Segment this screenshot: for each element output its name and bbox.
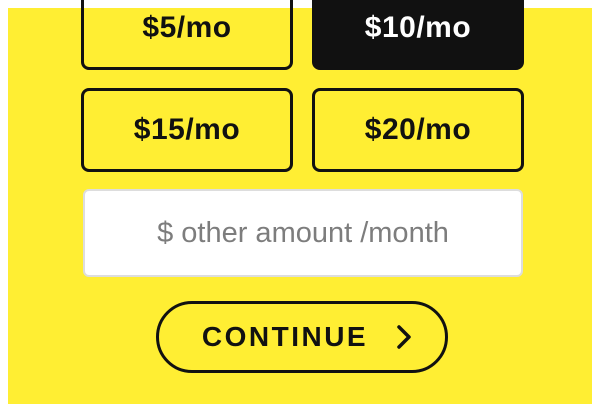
donation-panel: $5/mo $10/mo $15/mo $20/mo CONTINUE [8, 0, 592, 404]
continue-button[interactable]: CONTINUE [156, 301, 448, 373]
other-amount-input[interactable] [83, 189, 523, 277]
amount-option-15[interactable]: $15/mo [81, 88, 293, 172]
amount-option-20[interactable]: $20/mo [312, 88, 524, 172]
amount-option-10[interactable]: $10/mo [312, 0, 524, 70]
chevron-right-icon [394, 324, 414, 350]
amount-option-5[interactable]: $5/mo [81, 0, 293, 70]
continue-button-label: CONTINUE [201, 321, 369, 352]
